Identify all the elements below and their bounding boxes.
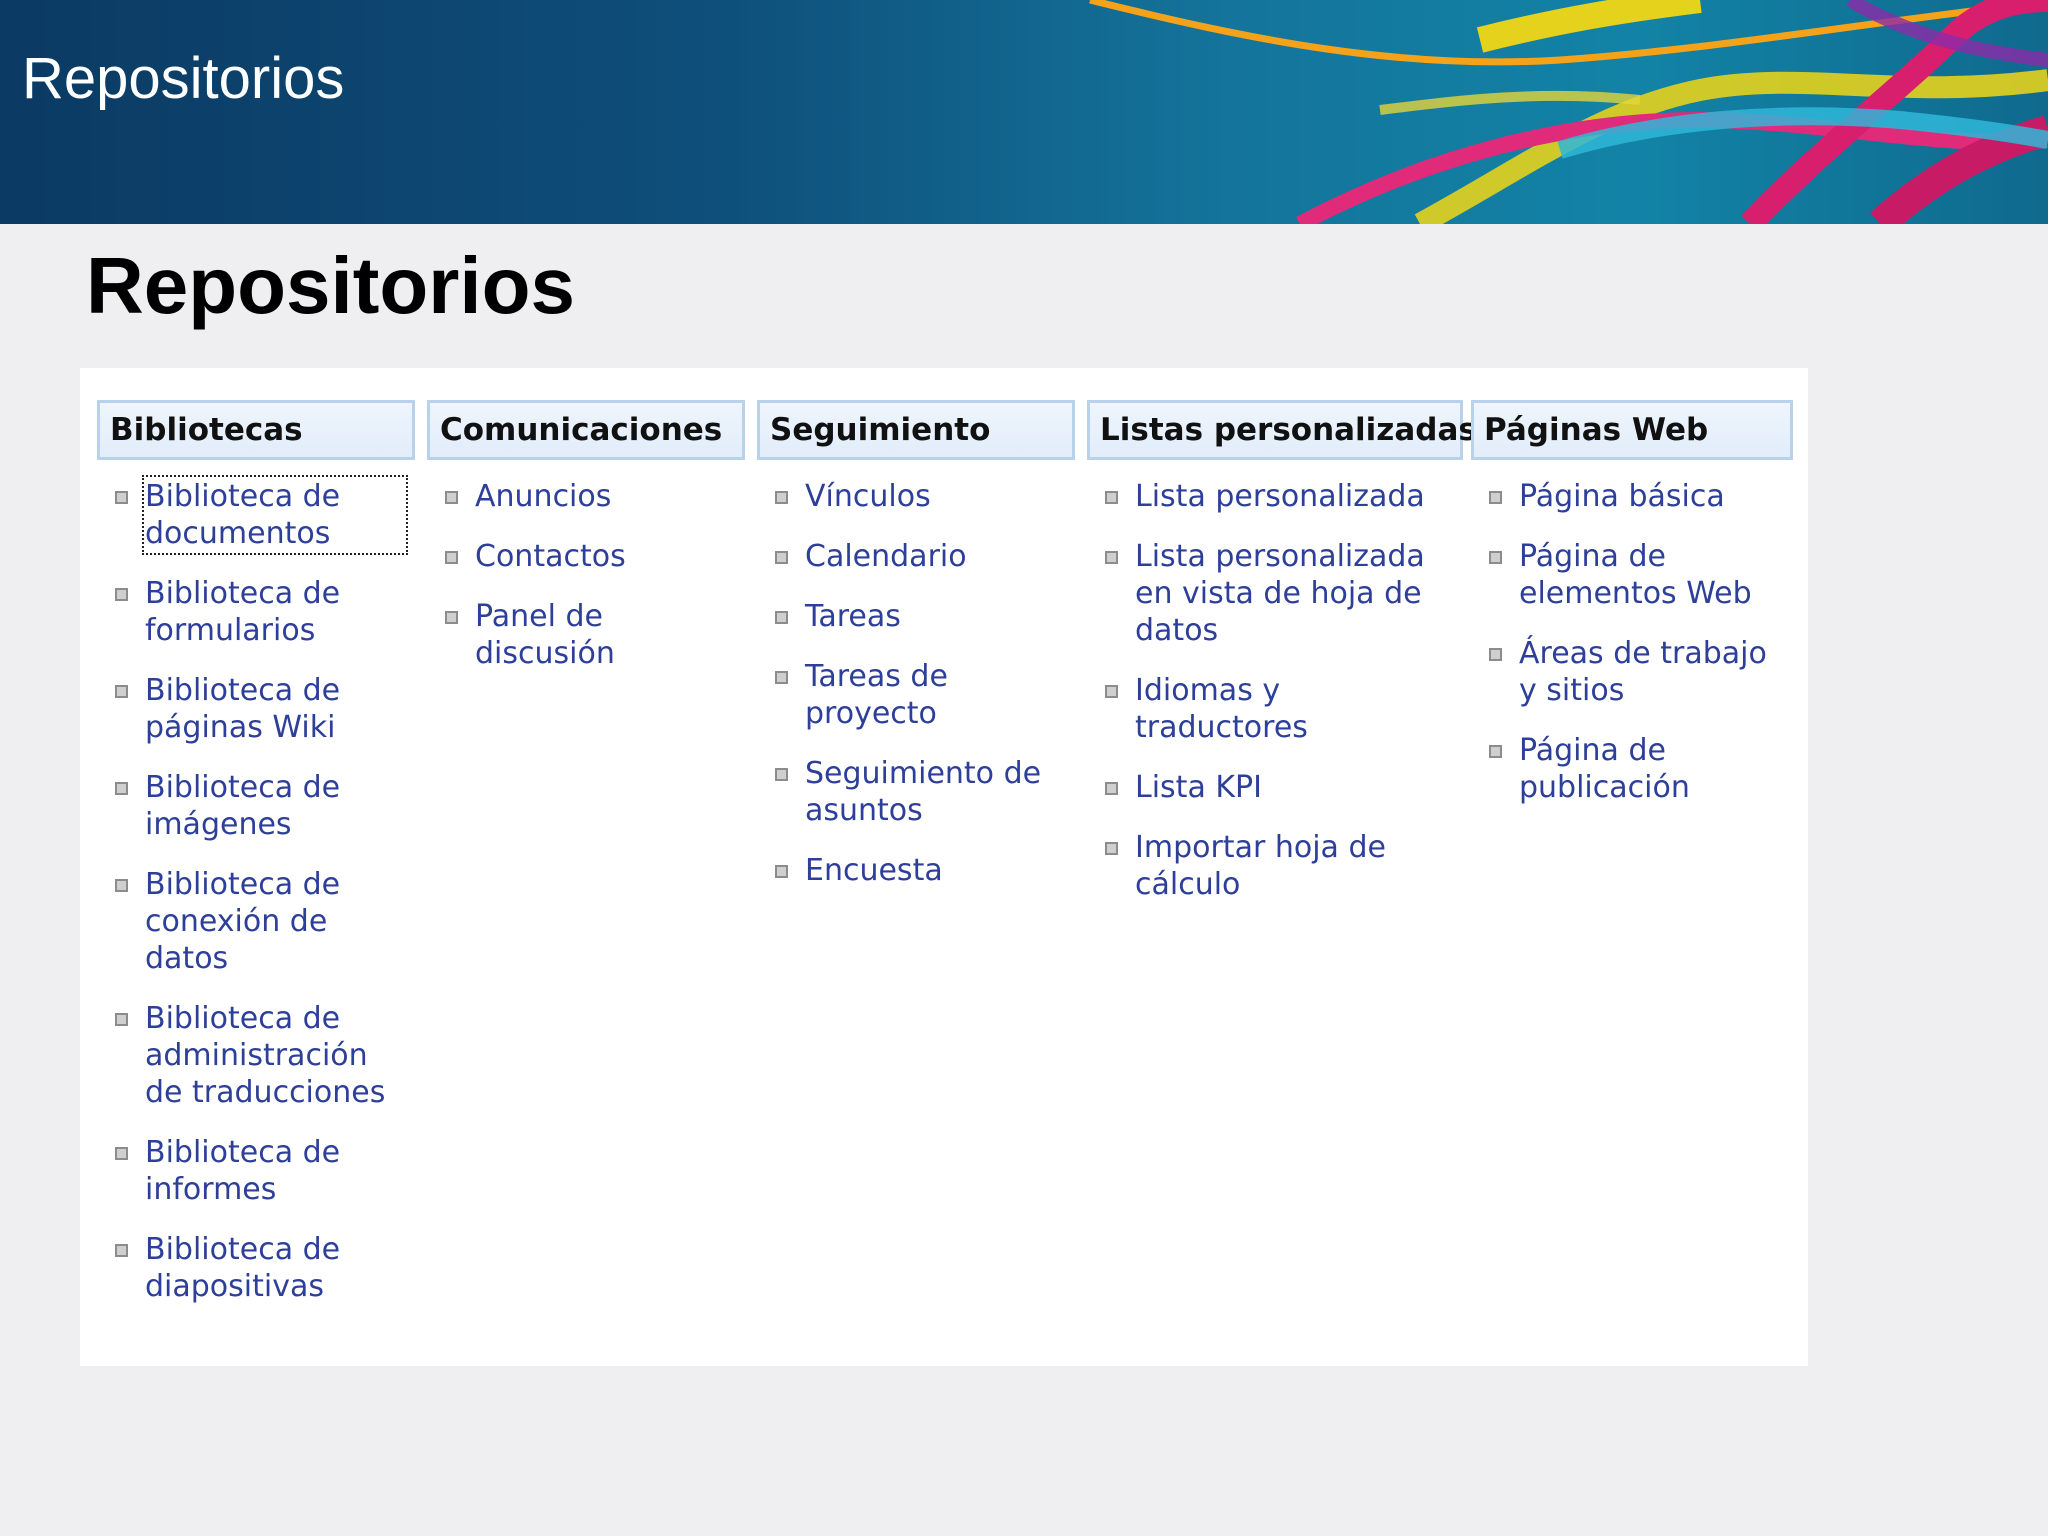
item-link[interactable]: Anuncios bbox=[475, 478, 611, 515]
item-link[interactable]: Biblioteca de formularios bbox=[145, 575, 405, 649]
bullet-icon bbox=[115, 782, 128, 795]
bullet-icon bbox=[445, 611, 458, 624]
list-item[interactable]: Biblioteca de conexión de datos bbox=[97, 866, 415, 977]
repository-panel: Bibliotecas Biblioteca de documentos Bib… bbox=[80, 368, 1808, 1366]
item-link[interactable]: Biblioteca de administración de traducci… bbox=[145, 1000, 405, 1111]
item-link[interactable]: Encuesta bbox=[805, 852, 943, 889]
list-item[interactable]: Biblioteca de informes bbox=[97, 1134, 415, 1208]
comunicaciones-list: Anuncios Contactos Panel de discusión bbox=[427, 460, 745, 672]
listas-personalizadas-list: Lista personalizada Lista personalizada … bbox=[1087, 460, 1463, 903]
bullet-icon bbox=[115, 491, 128, 504]
item-link[interactable]: Biblioteca de conexión de datos bbox=[145, 866, 405, 977]
bullet-icon bbox=[1105, 685, 1118, 698]
item-link[interactable]: Biblioteca de documentos bbox=[142, 475, 408, 555]
banner-title: Repositorios bbox=[22, 46, 345, 111]
item-link[interactable]: Vínculos bbox=[805, 478, 931, 515]
paginas-web-list: Página básica Página de elementos Web Ár… bbox=[1471, 460, 1793, 806]
bullet-icon bbox=[445, 551, 458, 564]
item-link[interactable]: Página básica bbox=[1519, 478, 1725, 515]
column-comunicaciones: Comunicaciones Anuncios Contactos Panel … bbox=[427, 400, 745, 695]
list-item[interactable]: Áreas de trabajo y sitios bbox=[1471, 635, 1793, 709]
bullet-icon bbox=[1489, 491, 1502, 504]
bullet-icon bbox=[1489, 551, 1502, 564]
seguimiento-list: Vínculos Calendario Tareas Tareas de pro… bbox=[757, 460, 1075, 889]
list-item[interactable]: Página de publicación bbox=[1471, 732, 1793, 806]
list-item[interactable]: Biblioteca de formularios bbox=[97, 575, 415, 649]
list-item[interactable]: Lista KPI bbox=[1087, 769, 1463, 806]
column-header-seguimiento: Seguimiento bbox=[757, 400, 1075, 460]
list-item[interactable]: Anuncios bbox=[427, 478, 745, 515]
bullet-icon bbox=[445, 491, 458, 504]
bullet-icon bbox=[775, 768, 788, 781]
item-link[interactable]: Biblioteca de diapositivas bbox=[145, 1231, 405, 1305]
list-item[interactable]: Página básica bbox=[1471, 478, 1793, 515]
column-bibliotecas: Bibliotecas Biblioteca de documentos Bib… bbox=[97, 400, 415, 1328]
bullet-icon bbox=[775, 491, 788, 504]
list-item[interactable]: Seguimiento de asuntos bbox=[757, 755, 1075, 829]
item-link[interactable]: Contactos bbox=[475, 538, 626, 575]
column-seguimiento: Seguimiento Vínculos Calendario Tareas T… bbox=[757, 400, 1075, 912]
column-header-paginas-web: Páginas Web bbox=[1471, 400, 1793, 460]
list-item[interactable]: Vínculos bbox=[757, 478, 1075, 515]
list-item[interactable]: Lista personalizada en vista de hoja de … bbox=[1087, 538, 1463, 649]
column-paginas-web: Páginas Web Página básica Página de elem… bbox=[1471, 400, 1793, 829]
list-item[interactable]: Página de elementos Web bbox=[1471, 538, 1793, 612]
item-link[interactable]: Calendario bbox=[805, 538, 967, 575]
item-link[interactable]: Idiomas y traductores bbox=[1135, 672, 1455, 746]
item-link[interactable]: Página de elementos Web bbox=[1519, 538, 1779, 612]
bullet-icon bbox=[775, 611, 788, 624]
item-link[interactable]: Lista personalizada bbox=[1135, 478, 1425, 515]
list-item[interactable]: Biblioteca de imágenes bbox=[97, 769, 415, 843]
bullet-icon bbox=[115, 1013, 128, 1026]
item-link[interactable]: Lista KPI bbox=[1135, 769, 1262, 806]
bullet-icon bbox=[115, 588, 128, 601]
list-item[interactable]: Encuesta bbox=[757, 852, 1075, 889]
bullet-icon bbox=[115, 879, 128, 892]
bullet-icon bbox=[115, 685, 128, 698]
bullet-icon bbox=[1105, 842, 1118, 855]
bibliotecas-list: Biblioteca de documentos Biblioteca de f… bbox=[97, 460, 415, 1305]
bullet-icon bbox=[775, 551, 788, 564]
page-title: Repositorios bbox=[86, 241, 575, 330]
bullet-icon bbox=[775, 671, 788, 684]
list-item[interactable]: Calendario bbox=[757, 538, 1075, 575]
column-listas-personalizadas: Listas personalizadas Lista personalizad… bbox=[1087, 400, 1477, 926]
list-item[interactable]: Idiomas y traductores bbox=[1087, 672, 1463, 746]
column-header-listas-personalizadas: Listas personalizadas bbox=[1087, 400, 1477, 460]
item-link[interactable]: Biblioteca de informes bbox=[145, 1134, 405, 1208]
bullet-icon bbox=[1105, 551, 1118, 564]
item-link[interactable]: Seguimiento de asuntos bbox=[805, 755, 1065, 829]
list-item[interactable]: Contactos bbox=[427, 538, 745, 575]
bullet-icon bbox=[775, 865, 788, 878]
list-item[interactable]: Lista personalizada bbox=[1087, 478, 1463, 515]
item-link[interactable]: Biblioteca de imágenes bbox=[145, 769, 405, 843]
item-link[interactable]: Tareas bbox=[805, 598, 901, 635]
bullet-icon bbox=[115, 1244, 128, 1257]
column-header-comunicaciones: Comunicaciones bbox=[427, 400, 745, 460]
list-item[interactable]: Biblioteca de documentos bbox=[97, 475, 415, 555]
item-link[interactable]: Tareas de proyecto bbox=[805, 658, 1065, 732]
bullet-icon bbox=[1105, 782, 1118, 795]
item-link[interactable]: Página de publicación bbox=[1519, 732, 1779, 806]
item-link[interactable]: Panel de discusión bbox=[475, 598, 745, 672]
bullet-icon bbox=[1489, 648, 1502, 661]
item-link[interactable]: Áreas de trabajo y sitios bbox=[1519, 635, 1779, 709]
list-item[interactable]: Importar hoja de cálculo bbox=[1087, 829, 1463, 903]
list-item[interactable]: Biblioteca de administración de traducci… bbox=[97, 1000, 415, 1111]
bullet-icon bbox=[1105, 491, 1118, 504]
bullet-icon bbox=[1489, 745, 1502, 758]
item-link[interactable]: Lista personalizada en vista de hoja de … bbox=[1135, 538, 1455, 649]
list-item[interactable]: Biblioteca de páginas Wiki bbox=[97, 672, 415, 746]
list-item[interactable]: Tareas bbox=[757, 598, 1075, 635]
item-link[interactable]: Importar hoja de cálculo bbox=[1135, 829, 1395, 903]
list-item[interactable]: Panel de discusión bbox=[427, 598, 745, 672]
list-item[interactable]: Tareas de proyecto bbox=[757, 658, 1075, 732]
header-banner: Repositorios bbox=[0, 0, 2048, 224]
bullet-icon bbox=[115, 1147, 128, 1160]
list-item[interactable]: Biblioteca de diapositivas bbox=[97, 1231, 415, 1305]
item-link[interactable]: Biblioteca de páginas Wiki bbox=[145, 672, 405, 746]
column-header-bibliotecas: Bibliotecas bbox=[97, 400, 415, 460]
